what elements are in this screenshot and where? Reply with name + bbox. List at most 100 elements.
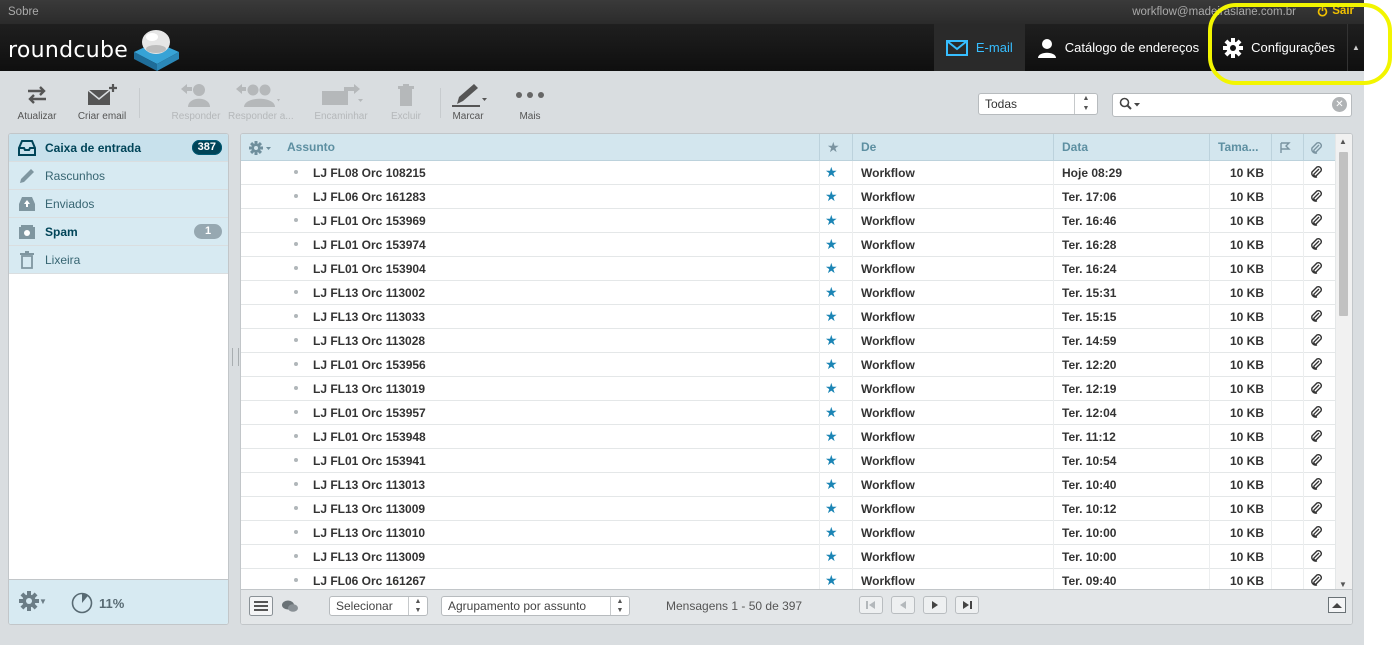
scroll-up-icon[interactable]: ▲ — [1339, 137, 1347, 146]
flag-star-icon[interactable]: ★ — [825, 236, 838, 253]
table-row[interactable]: LJ FL01 Orc 153974 ★ Workflow Ter. 16:28 10 … — [241, 233, 1337, 257]
message-subject[interactable]: LJ FL01 Orc 153957 — [313, 406, 426, 420]
search-icon[interactable] — [1119, 97, 1141, 114]
message-subject[interactable]: LJ FL01 Orc 153956 — [313, 358, 426, 372]
message-subject[interactable]: LJ FL06 Orc 161283 — [313, 190, 426, 204]
folder-drafts[interactable]: Rascunhos — [9, 162, 228, 190]
about-link[interactable]: Sobre — [8, 6, 39, 18]
next-page-button[interactable] — [923, 596, 947, 614]
folder-actions-button[interactable]: ▼ — [19, 591, 47, 611]
flag-star-icon[interactable]: ★ — [825, 476, 838, 493]
flag-star-icon[interactable]: ★ — [825, 188, 838, 205]
message-subject[interactable]: LJ FL13 Orc 113019 — [313, 382, 425, 396]
folder-spam[interactable]: Spam 1 — [9, 218, 228, 246]
task-settings[interactable]: Configurações — [1211, 24, 1347, 71]
list-view-button[interactable] — [249, 596, 273, 619]
column-subject[interactable]: Assunto — [287, 134, 335, 160]
table-row[interactable]: LJ FL01 Orc 153904 ★ Workflow Ter. 16:24 10 … — [241, 257, 1337, 281]
chevron-up-icon[interactable]: ▲ — [1347, 24, 1364, 71]
folder-inbox[interactable]: Caixa de entrada 387 — [9, 134, 228, 162]
select-dropdown[interactable]: Selecionar ▲ ▼ — [329, 596, 428, 616]
table-row[interactable]: LJ FL01 Orc 153941 ★ Workflow Ter. 10:54 10 … — [241, 449, 1337, 473]
refresh-button[interactable]: Atualizar — [7, 82, 67, 126]
column-size[interactable]: Tama... — [1218, 134, 1258, 160]
logo[interactable]: roundcube — [8, 28, 182, 72]
task-email[interactable]: E-mail — [933, 24, 1025, 71]
table-row[interactable]: LJ FL13 Orc 113033 ★ Workflow Ter. 15:15 10 … — [241, 305, 1337, 329]
list-scrollbar[interactable]: ▲ ▼ — [1335, 134, 1352, 592]
flag-star-icon[interactable]: ★ — [825, 428, 838, 445]
table-row[interactable]: LJ FL13 Orc 113009 ★ Workflow Ter. 10:12 10 … — [241, 497, 1337, 521]
filter-select[interactable]: Todas ▲ ▼ — [978, 93, 1098, 115]
search-input[interactable] — [1147, 96, 1331, 114]
threads-dropdown[interactable]: Agrupamento por assunto ▲ ▼ — [441, 596, 630, 616]
flag-star-icon[interactable]: ★ — [825, 404, 838, 421]
more-button[interactable]: Mais — [500, 82, 560, 126]
forward-button[interactable]: Encaminhar — [311, 82, 371, 126]
table-row[interactable]: LJ FL01 Orc 153969 ★ Workflow Ter. 16:46 10 … — [241, 209, 1337, 233]
table-row[interactable]: LJ FL13 Orc 113002 ★ Workflow Ter. 15:31 10 … — [241, 281, 1337, 305]
last-page-button[interactable] — [955, 596, 979, 614]
table-row[interactable]: LJ FL06 Orc 161283 ★ Workflow Ter. 17:06 10 … — [241, 185, 1337, 209]
logout-button[interactable]: Sair — [1317, 5, 1354, 17]
flag-star-icon[interactable]: ★ — [825, 500, 838, 517]
reply-button[interactable]: Responder — [166, 82, 226, 126]
table-row[interactable]: LJ FL13 Orc 113028 ★ Workflow Ter. 14:59 10 … — [241, 329, 1337, 353]
message-subject[interactable]: LJ FL13 Orc 113009 — [313, 550, 425, 564]
flag-star-icon[interactable]: ★ — [825, 572, 838, 589]
message-subject[interactable]: LJ FL08 Orc 108215 — [313, 166, 426, 180]
table-row[interactable]: LJ FL01 Orc 153956 ★ Workflow Ter. 12:20 10 … — [241, 353, 1337, 377]
column-from[interactable]: De — [861, 134, 876, 160]
message-subject[interactable]: LJ FL13 Orc 113010 — [313, 526, 425, 540]
flag-star-icon[interactable]: ★ — [825, 524, 838, 541]
flag-star-icon[interactable]: ★ — [825, 260, 838, 277]
message-subject[interactable]: LJ FL01 Orc 153941 — [313, 454, 426, 468]
message-subject[interactable]: LJ FL01 Orc 153948 — [313, 430, 426, 444]
task-addressbook[interactable]: Catálogo de endereços — [1025, 24, 1211, 71]
flag-star-icon[interactable]: ★ — [825, 332, 838, 349]
message-subject[interactable]: LJ FL13 Orc 113009 — [313, 502, 425, 516]
prev-page-button[interactable] — [891, 596, 915, 614]
message-subject[interactable]: LJ FL06 Orc 161267 — [313, 574, 426, 588]
table-row[interactable]: LJ FL13 Orc 113010 ★ Workflow Ter. 10:00 10 … — [241, 521, 1337, 545]
message-subject[interactable]: LJ FL13 Orc 113002 — [313, 286, 425, 300]
table-row[interactable]: LJ FL01 Orc 153948 ★ Workflow Ter. 11:12 10 … — [241, 425, 1337, 449]
column-attachment-icon[interactable] — [1309, 134, 1323, 160]
toggle-preview-button[interactable] — [1328, 597, 1346, 616]
table-row[interactable]: LJ FL13 Orc 113009 ★ Workflow Ter. 10:00 10 … — [241, 545, 1337, 569]
message-subject[interactable]: LJ FL01 Orc 153969 — [313, 214, 426, 228]
delete-button[interactable]: Excluir — [376, 82, 436, 126]
column-flag-star-icon[interactable]: ★ — [827, 134, 840, 160]
message-subject[interactable]: LJ FL13 Orc 113033 — [313, 310, 425, 324]
column-flag-icon[interactable] — [1279, 134, 1291, 160]
flag-star-icon[interactable]: ★ — [825, 164, 838, 181]
flag-star-icon[interactable]: ★ — [825, 548, 838, 565]
message-subject[interactable]: LJ FL01 Orc 153974 — [313, 238, 426, 252]
flag-star-icon[interactable]: ★ — [825, 212, 838, 229]
table-row[interactable]: LJ FL01 Orc 153957 ★ Workflow Ter. 12:04 10 … — [241, 401, 1337, 425]
compose-button[interactable]: Criar email — [72, 82, 132, 126]
folder-sent[interactable]: Enviados — [9, 190, 228, 218]
column-date[interactable]: Data — [1062, 134, 1088, 160]
reply-all-button[interactable]: Responder a... — [228, 82, 294, 126]
flag-star-icon[interactable]: ★ — [825, 356, 838, 373]
folder-trash[interactable]: Lixeira — [9, 246, 228, 274]
table-row[interactable]: LJ FL13 Orc 113013 ★ Workflow Ter. 10:40 10 … — [241, 473, 1337, 497]
panel-splitter[interactable] — [232, 348, 239, 366]
mark-button[interactable]: Marcar — [438, 82, 498, 126]
table-row[interactable]: LJ FL13 Orc 113019 ★ Workflow Ter. 12:19 10 … — [241, 377, 1337, 401]
message-subject[interactable]: LJ FL13 Orc 113028 — [313, 334, 425, 348]
first-page-button[interactable] — [859, 596, 883, 614]
clear-search-icon[interactable]: ✕ — [1332, 97, 1347, 112]
message-subject[interactable]: LJ FL13 Orc 113013 — [313, 478, 425, 492]
flag-star-icon[interactable]: ★ — [825, 284, 838, 301]
message-subject[interactable]: LJ FL01 Orc 153904 — [313, 262, 426, 276]
flag-star-icon[interactable]: ★ — [825, 380, 838, 397]
flag-star-icon[interactable]: ★ — [825, 452, 838, 469]
list-options-button[interactable] — [249, 134, 275, 160]
scroll-down-icon[interactable]: ▼ — [1339, 580, 1347, 589]
threads-toggle[interactable] — [281, 599, 299, 616]
scrollbar-thumb[interactable] — [1339, 152, 1348, 316]
table-row[interactable]: LJ FL08 Orc 108215 ★ Workflow Hoje 08:29 10 … — [241, 161, 1337, 185]
flag-star-icon[interactable]: ★ — [825, 308, 838, 325]
